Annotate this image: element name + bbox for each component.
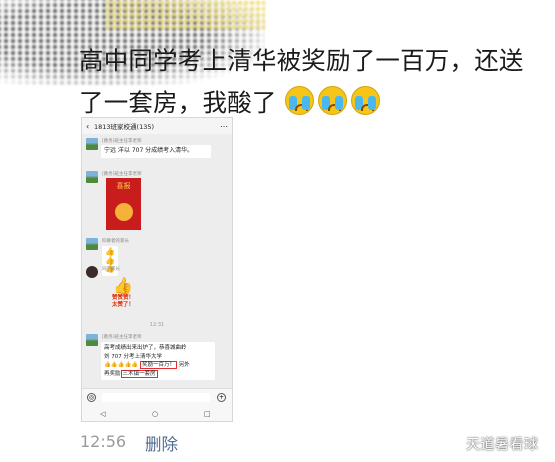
poster-graphic bbox=[114, 203, 133, 221]
sender-name: [教务]班主任李老师 bbox=[102, 335, 142, 340]
nav-home-icon: ○ bbox=[152, 410, 159, 418]
avatar bbox=[86, 238, 98, 250]
chat-message: [教务]班主任李老师 喜报 bbox=[86, 171, 142, 230]
thumb-sticker-icon: 👍 bbox=[113, 276, 133, 295]
crying-emoji-icon bbox=[350, 86, 380, 115]
message-line: 再奖励 三木镇一套房 bbox=[104, 369, 212, 379]
message-line: 👍👍👍👍👍 奖励一百万！ 另外 bbox=[104, 361, 190, 369]
message-fragment: 另外 bbox=[178, 362, 190, 368]
chat-message: 仰慕者的家长 👍👍👍 bbox=[86, 238, 129, 276]
avatar bbox=[86, 171, 98, 183]
message-fragment: 再奖励 bbox=[104, 370, 121, 377]
delete-link[interactable]: 删除 bbox=[145, 431, 178, 455]
nav-back-icon: ◁ bbox=[100, 410, 106, 418]
sticker-caption-2: 太赞了！ bbox=[111, 302, 134, 308]
poster-title: 喜报 bbox=[116, 182, 131, 190]
post-text: 高中同学考上清华被奖励了一百万，还送 了一套房，我酸了 bbox=[79, 40, 549, 124]
thumb-sticker: 👍 赞赞赞！ 太赞了！ bbox=[108, 276, 138, 309]
message-line: 高考成绩出来出炉了，恭喜城曲岭 bbox=[104, 345, 187, 351]
sender-name: [教务]班主任李老师 bbox=[102, 139, 142, 144]
message-line: 刘 707 分考上清华大学 bbox=[104, 353, 162, 360]
chat-input-bar: ◎ + ◁ ○ □ bbox=[82, 388, 232, 421]
avatar bbox=[86, 138, 98, 150]
message-bubble: 高考成绩出来出炉了，恭喜城曲岭 刘 707 分考上清华大学 👍👍👍👍👍 奖励一百… bbox=[101, 342, 215, 380]
post-line-1: 高中同学考上清华被奖励了一百万，还送 bbox=[79, 46, 524, 75]
sender-name: 同学家长 bbox=[102, 267, 120, 272]
congratulation-poster: 喜报 bbox=[106, 178, 141, 230]
message-bubble: 宁远 洋以 707 分成绩考入清华。 bbox=[101, 145, 211, 158]
crying-emoji-icon bbox=[317, 86, 347, 115]
post-time: 12:56 bbox=[80, 432, 127, 451]
chat-timestamp: 12:31 bbox=[149, 322, 165, 328]
watermark: 天道暑看球 bbox=[466, 437, 539, 453]
sticker-caption-1: 赞赞赞！ bbox=[111, 295, 134, 301]
post-line-2: 了一套房，我酸了 bbox=[79, 82, 549, 124]
voice-icon: ◎ bbox=[87, 393, 96, 402]
crying-emoji-icon bbox=[284, 86, 314, 115]
blurred-name-area bbox=[105, 0, 265, 30]
chat-message: 同学家长 👍 赞赞赞！ 太赞了！ bbox=[86, 266, 134, 308]
avatar bbox=[86, 266, 98, 278]
chat-message: [教务]班主任李老师 高考成绩出来出炉了，恭喜城曲岭 刘 707 分考上清华大学… bbox=[86, 334, 215, 380]
chat-input bbox=[102, 393, 210, 402]
nav-recent-icon: □ bbox=[204, 410, 211, 418]
plus-icon: + bbox=[217, 393, 226, 402]
avatar bbox=[86, 334, 98, 346]
post-line-2-text: 了一套房，我酸了 bbox=[79, 88, 277, 117]
chat-screenshot-image[interactable]: ‹ 1813班家校通(135) ⋯ [教务]班主任李老师 宁远 洋以 707 分… bbox=[81, 117, 233, 422]
highlight-box: 奖励一百万！ bbox=[140, 361, 178, 369]
highlight-box: 三木镇一套房 bbox=[120, 369, 158, 378]
sender-name: [教务]班主任李老师 bbox=[102, 172, 142, 177]
chat-message: [教务]班主任李老师 宁远 洋以 707 分成绩考入清华。 bbox=[86, 138, 211, 158]
sender-name: 仰慕者的家长 bbox=[102, 239, 129, 244]
